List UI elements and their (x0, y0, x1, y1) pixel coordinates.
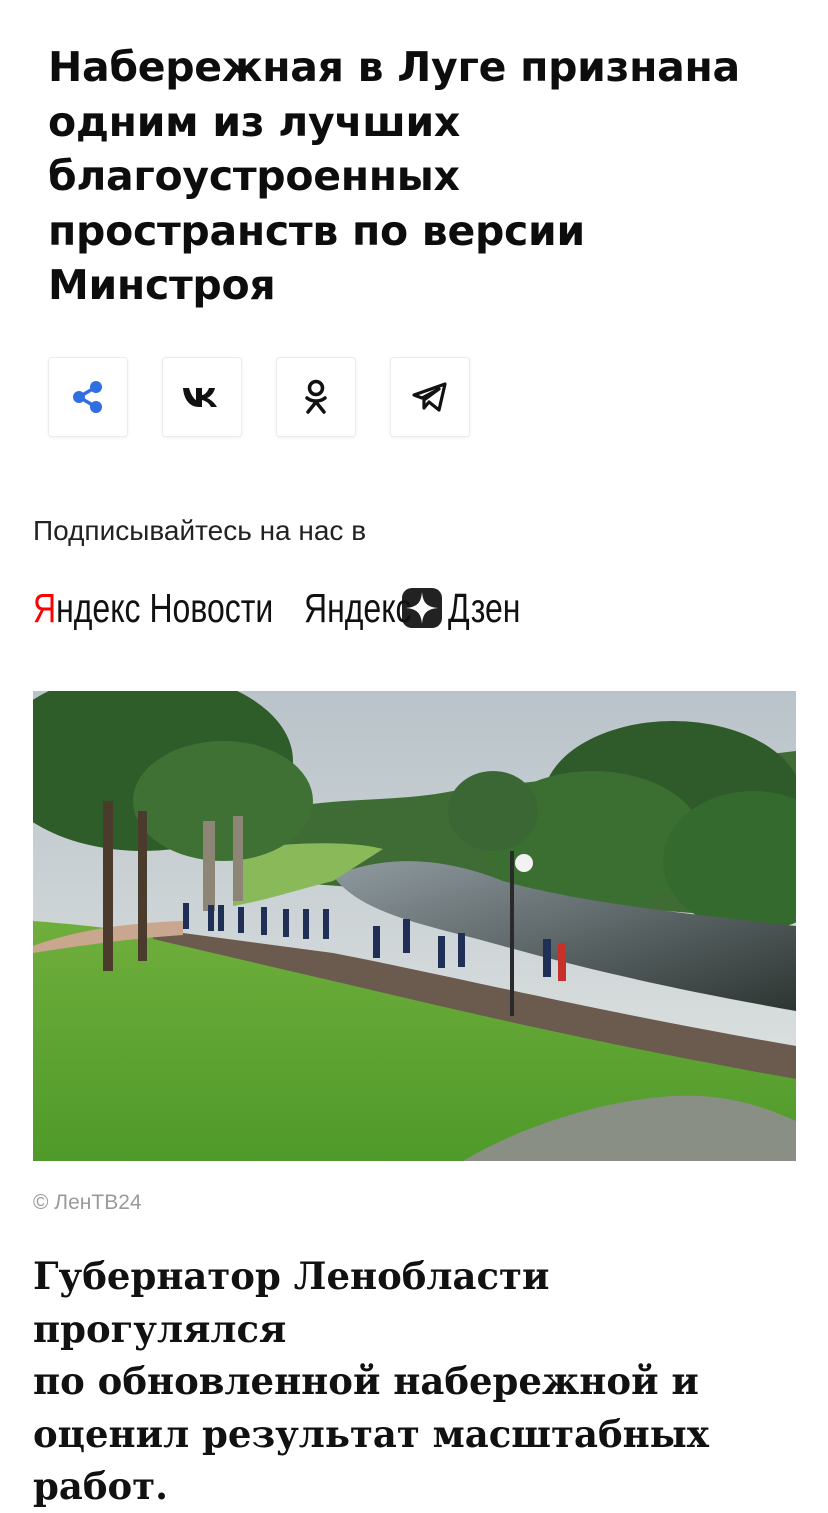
lead-line: Губернатор Ленобласти прогулялся (33, 1254, 550, 1351)
telegram-share-button[interactable] (390, 357, 470, 437)
article-headline: Набережная в Луге признана одним из лучш… (48, 40, 788, 313)
yandex-news-logo: Яндекс Новости (33, 584, 274, 631)
lead-line: работ. (33, 1464, 169, 1508)
yandex-zen-wordmark: Яндекс (304, 584, 412, 631)
headline-line: Минстроя (48, 261, 276, 309)
headline-line: одним из лучших (48, 97, 461, 146)
headline-line: Набережная в Луге признана (48, 43, 740, 91)
embankment-photo (33, 691, 796, 1161)
logo-news-text: Новости (149, 584, 274, 631)
share-buttons (48, 357, 470, 437)
zen-wordmark: Дзен (448, 584, 521, 631)
share-button[interactable] (48, 357, 128, 437)
subscribe-brands: Яндекс Новости Яндекс Дзен (33, 582, 520, 634)
lead-line: оценил результат масштабных (33, 1411, 709, 1456)
share-icon (73, 381, 102, 413)
headline-line: благоустроенных (48, 152, 460, 200)
article-photo (33, 691, 796, 1161)
logo-text: ндекс (56, 584, 141, 631)
article-lead: Губернатор Ленобласти прогулялся по обно… (33, 1250, 793, 1513)
logo-letter: Я (33, 584, 57, 631)
headline-line: пространств по версии (48, 206, 585, 255)
lead-line: по обновленной набережной и (33, 1359, 699, 1403)
odnoklassniki-share-button[interactable] (276, 357, 356, 437)
photo-credit: © ЛенТВ24 (33, 1191, 142, 1214)
yandex-zen-link[interactable]: Яндекс Дзен (304, 584, 521, 631)
telegram-icon (412, 382, 447, 412)
odnoklassniki-icon (305, 379, 327, 414)
vk-icon (183, 388, 217, 407)
subscribe-text: Подписывайтесь на нас в (33, 515, 367, 546)
vk-share-button[interactable] (162, 357, 242, 437)
yandex-news-link[interactable]: Яндекс Новости (33, 584, 274, 631)
